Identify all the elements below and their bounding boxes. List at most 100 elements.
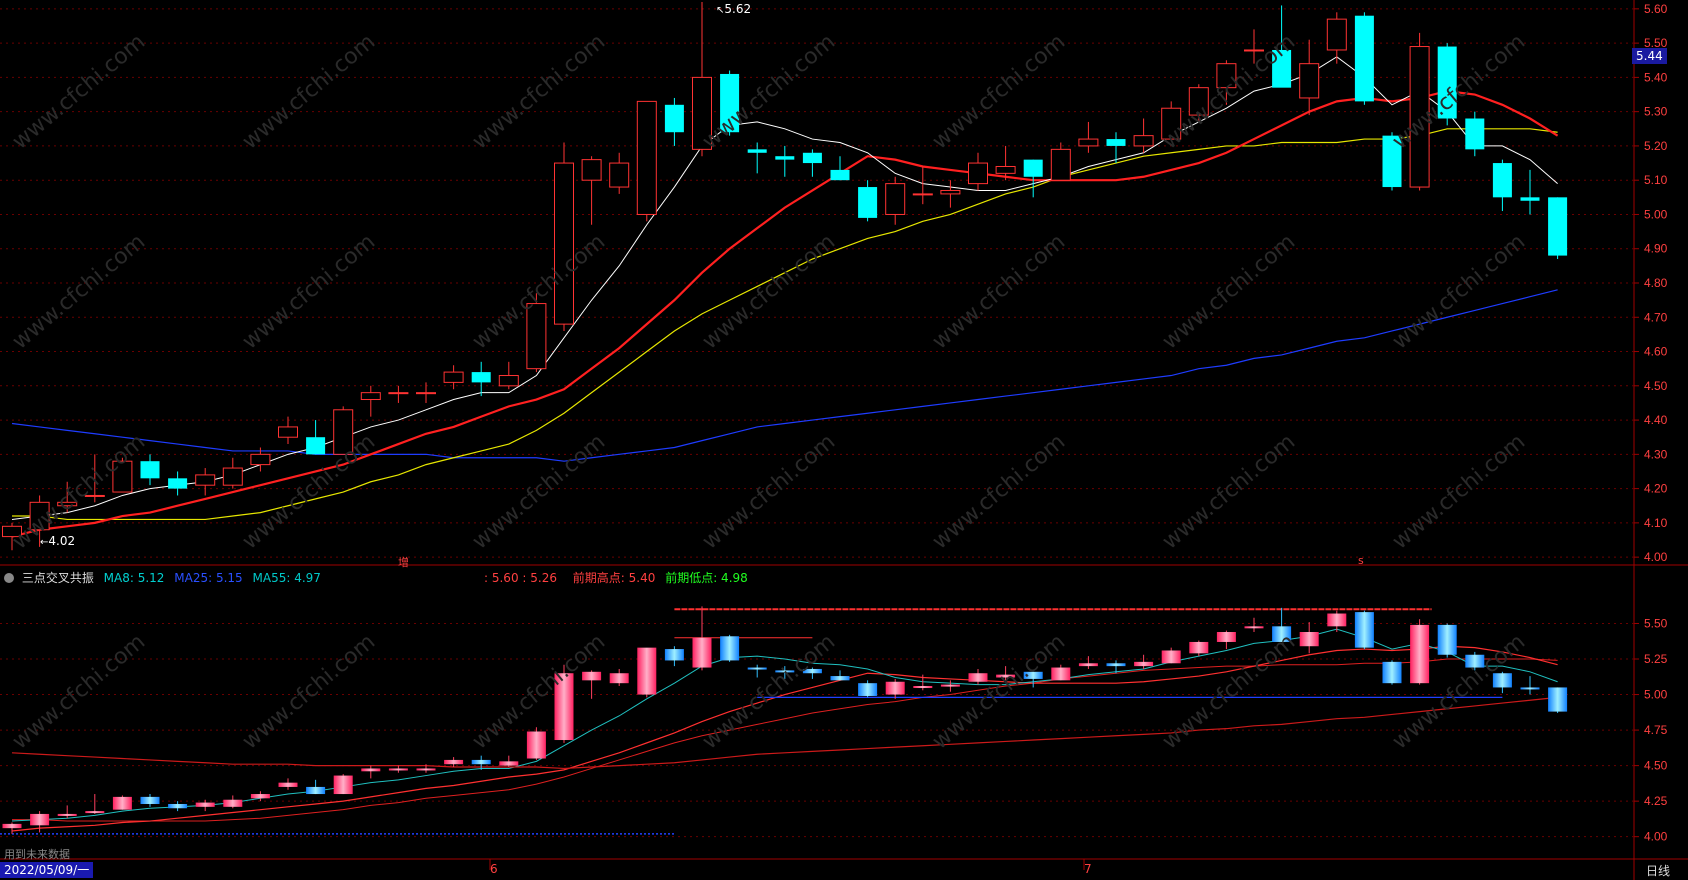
ind-candle-down (664, 649, 684, 661)
ind-candle-down (168, 803, 188, 809)
watermark: www.cfchi.com (468, 429, 610, 554)
watermark: www.cfchi.com (1388, 629, 1530, 754)
candle-down (1520, 197, 1540, 201)
main-tick-label: 5.10 (1644, 173, 1668, 187)
watermark: www.cfchi.com (8, 629, 150, 754)
candle-down (1023, 159, 1043, 177)
watermark: www.cfchi.com (238, 29, 380, 154)
watermark: www.cfchi.com (8, 229, 150, 354)
ma55-label: MA55: 4.97 (252, 571, 321, 585)
candle-up (554, 162, 574, 325)
watermark: www.cfchi.com (468, 29, 610, 154)
candle-up (278, 426, 298, 438)
watermark: www.cfchi.com (1388, 29, 1530, 154)
main-tick-label: 5.40 (1644, 70, 1668, 84)
watermark: www.cfchi.com (8, 29, 150, 154)
indicator-dropdown-icon[interactable] (4, 573, 14, 583)
candle-up (912, 193, 933, 196)
candle-up (1133, 135, 1154, 147)
candle-up (388, 392, 409, 395)
ind-candle-up (692, 637, 712, 668)
ind-candle-up (1216, 632, 1236, 642)
watermark: www.cfchi.com (928, 29, 1070, 154)
ind-candle-down (1437, 624, 1457, 655)
main-tick-label: 5.30 (1644, 105, 1668, 119)
ind-tick-label: 4.00 (1644, 830, 1668, 844)
ind-tick-label: 4.75 (1644, 723, 1668, 737)
ind-candle-up (2, 823, 22, 829)
ind-candle-up (913, 686, 933, 689)
main-tick-label: 4.20 (1644, 482, 1668, 496)
main-tick-label: 4.70 (1644, 310, 1668, 324)
main-tick-label: 4.60 (1644, 345, 1668, 359)
ind-candle-up (1134, 661, 1154, 667)
ind-candle-up (388, 768, 408, 771)
ind-candle-up (444, 759, 464, 765)
watermark: www.cfchi.com (698, 29, 840, 154)
main-tick-label: 4.40 (1644, 413, 1668, 427)
range-label: : 5.60 : 5.26 (484, 571, 557, 585)
ind-candle-up (250, 794, 270, 799)
ind-candle-up (609, 673, 629, 684)
month-7-label: 7 (1084, 862, 1092, 876)
watermark: www.cfchi.com (1158, 629, 1300, 754)
future-data-note: 用到未来数据 (4, 848, 70, 861)
ind-candle-down (1354, 612, 1374, 648)
candle-up (250, 453, 271, 466)
main-tick-label: 4.80 (1644, 276, 1668, 290)
watermark: www.cfchi.com (1388, 229, 1530, 354)
ind-candle-up (940, 684, 960, 687)
indicator-name[interactable]: 三点交叉共振 (22, 571, 94, 585)
kline-chart[interactable]: 4.00 4.10 4.20 4.30 4.40 4.50 4.60 4.70 4.80 4.90… (0, 0, 1688, 880)
candle-up (1050, 148, 1071, 181)
ind-candle-up (885, 681, 905, 695)
start-date[interactable]: 2022/05/09/一 (0, 862, 94, 878)
low-price-marker: ←4.02 (40, 534, 76, 548)
candle-down (802, 152, 822, 164)
candle-down (306, 437, 326, 455)
ind-candle-up (333, 775, 353, 795)
ind-candle-down (1382, 661, 1402, 684)
candle-down (140, 461, 160, 479)
ind-candle-up (57, 813, 77, 816)
prev-high-label: 前期高点: 5.40 (572, 571, 656, 585)
watermark: www.cfchi.com (238, 629, 380, 754)
candle-up (1326, 18, 1347, 51)
candle-up (443, 371, 464, 383)
ind-candle-up (1189, 641, 1209, 654)
candle-down (664, 104, 684, 133)
ind-tick-label: 5.50 (1644, 616, 1668, 630)
candle-down (747, 149, 767, 153)
period-label[interactable]: 日线 (1646, 862, 1670, 879)
watermark: www.cfchi.com (1388, 429, 1530, 554)
candle-down (830, 169, 850, 181)
candle-down (1354, 15, 1374, 102)
ind-tick-label: 5.25 (1644, 652, 1668, 666)
month-6-label: 6 (490, 862, 498, 876)
candle-down (1465, 118, 1485, 150)
ind-candle-up (1078, 663, 1098, 667)
candle-up (636, 100, 657, 215)
watermark: www.cfchi.com (1158, 229, 1300, 354)
candle-down (1106, 139, 1126, 146)
ind-candle-up (1244, 626, 1264, 629)
signal-s: s (1358, 554, 1364, 567)
watermark: www.cfchi.com (928, 229, 1070, 354)
main-tick-label: 5.00 (1644, 207, 1668, 221)
ind-candle-down (140, 796, 160, 804)
candle-up (609, 162, 630, 188)
candle-up (581, 159, 602, 181)
indicator-header-levels: : 5.60 : 5.26 前期高点: 5.40 前期低点: 4.98 (484, 569, 748, 586)
ind-candle-up (499, 761, 519, 766)
ma55-line (12, 128, 1558, 521)
ind-tick-label: 5.00 (1644, 688, 1668, 702)
ind-candle-up (526, 731, 546, 759)
indicator-header: 三点交叉共振 MA8: 5.12 MA25: 5.15 MA55: 4.97 (4, 569, 321, 586)
ind-ma8-line (11, 628, 1558, 822)
ind-candle-up (195, 802, 215, 807)
candle-down (1492, 163, 1512, 198)
candle-up (222, 467, 243, 486)
ind-candle-up (112, 796, 132, 810)
candle-up (360, 392, 381, 401)
candle-up (416, 392, 436, 395)
